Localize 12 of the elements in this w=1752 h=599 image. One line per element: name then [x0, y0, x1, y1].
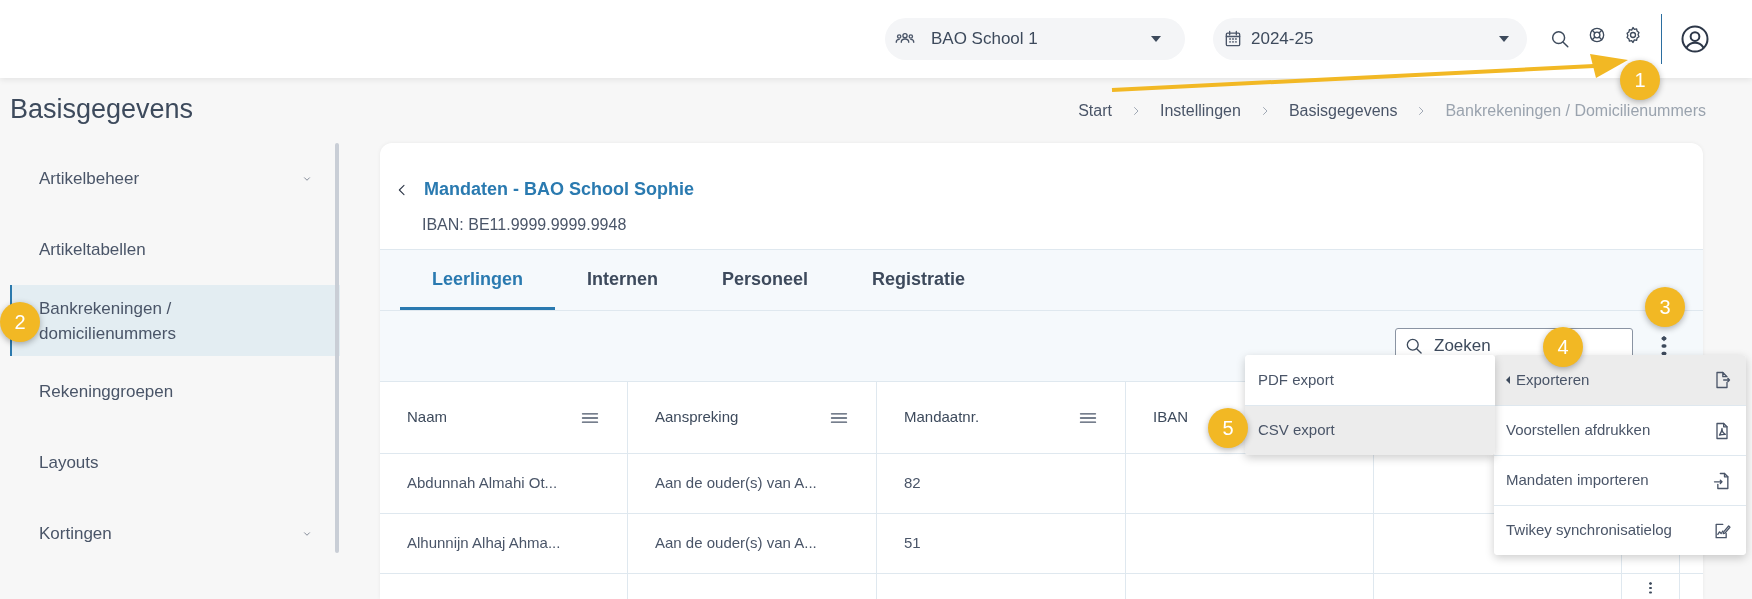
table-cell: Aan de ouder(s) van A... [628, 454, 877, 513]
current-page-label: Bankrekeningen / Domicilienummers [1445, 101, 1706, 121]
table-cell: 82 [877, 454, 1126, 513]
step-marker: 2 [0, 302, 40, 342]
iban-text: IBAN: BE11.9999.9999.9948 [422, 215, 628, 235]
table-cell: Aan de ouder(s) van A... [628, 514, 877, 573]
card-title: Mandaten - BAO School Sophie [424, 178, 694, 201]
step-marker: 1 [1620, 60, 1660, 100]
table-cell: Alhunnijn Alhaj Ahma... [380, 514, 628, 573]
page-title: Basisgegevens [10, 92, 194, 126]
table-cell: 51 [877, 514, 1126, 573]
table-cell: Abdunnah Almahi Ot... [380, 454, 628, 513]
